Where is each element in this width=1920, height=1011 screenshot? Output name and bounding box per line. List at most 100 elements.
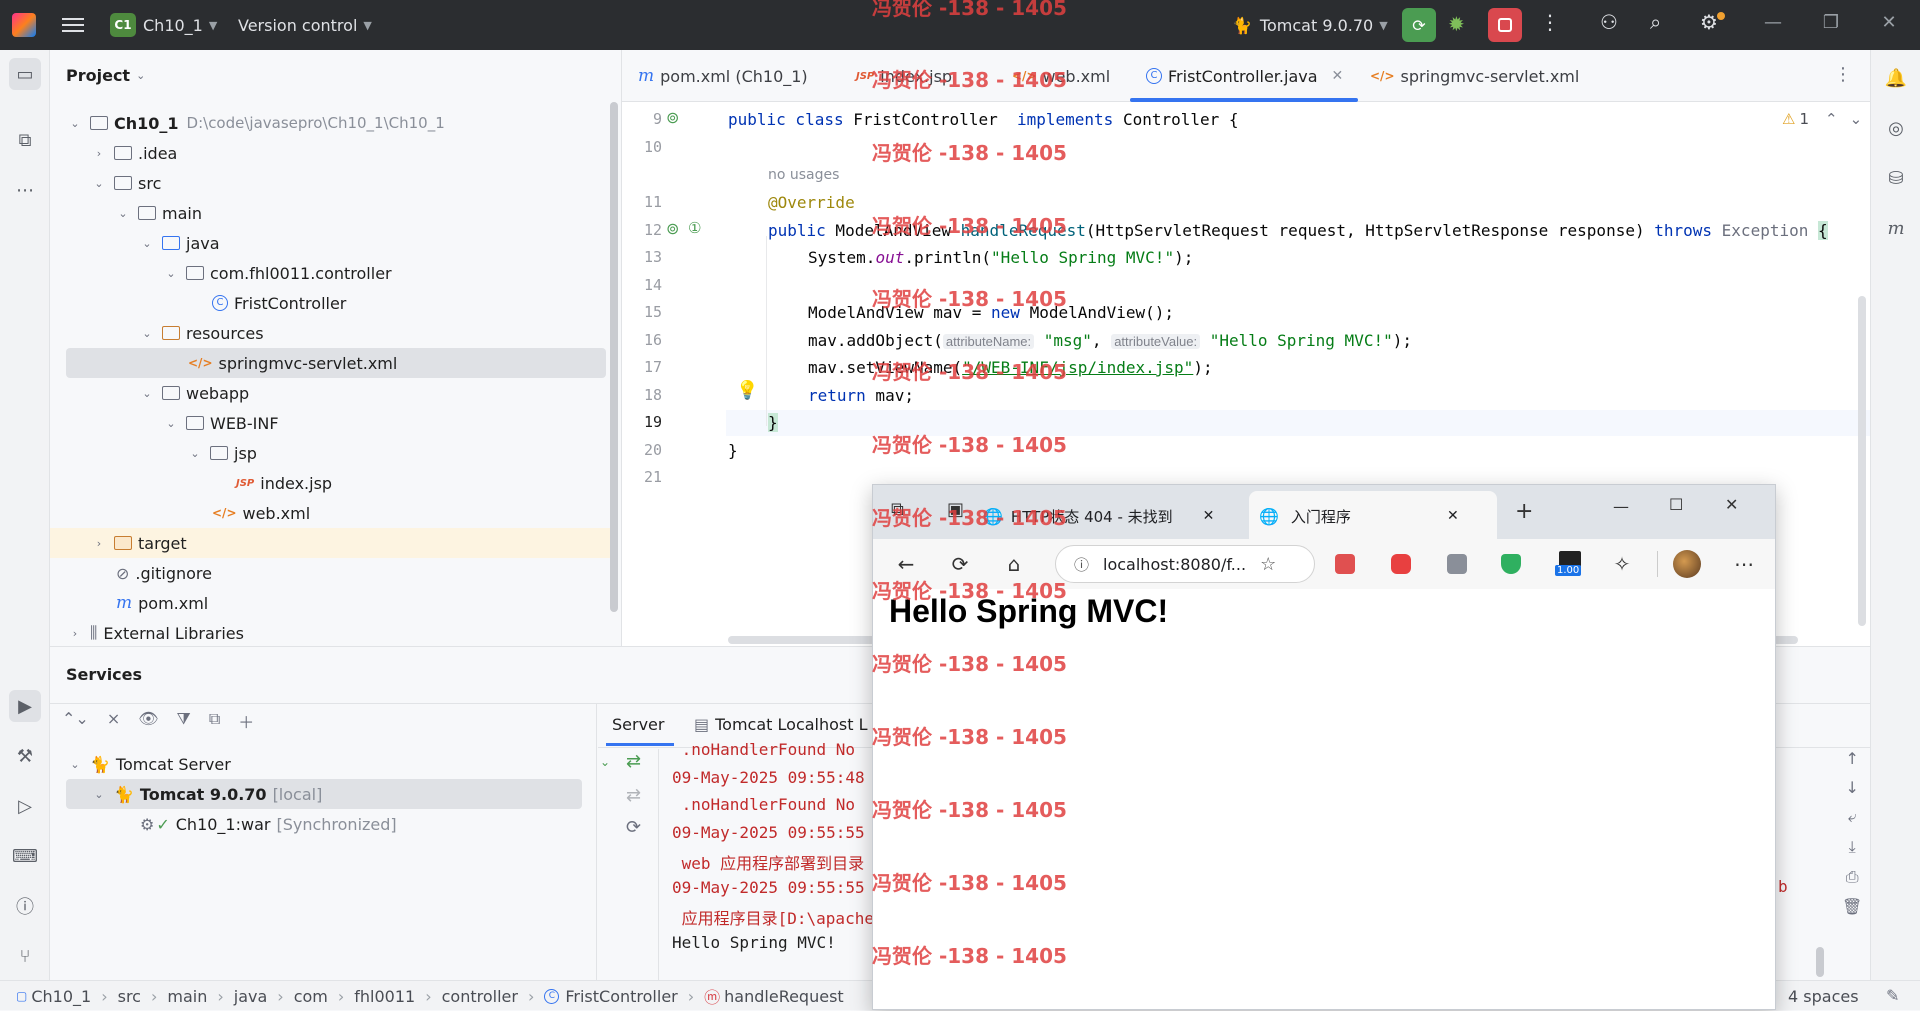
tree-item-springmvc-servlet[interactable]: </> springmvc-servlet.xml xyxy=(188,348,397,378)
intention-bulb-icon[interactable]: 💡 xyxy=(736,380,758,401)
tree-item-idea[interactable]: › .idea xyxy=(92,138,178,168)
build-tool-icon[interactable]: ⚒ xyxy=(9,740,41,772)
tab-actions-icon[interactable]: ▣ xyxy=(947,499,964,520)
tree-item-index-jsp[interactable]: JSP index.jsp xyxy=(236,468,332,498)
no-usages-hint[interactable]: no usages xyxy=(768,167,839,183)
project-panel-header[interactable]: Project ⌄ xyxy=(66,66,145,85)
workspaces-icon[interactable]: ⧉ xyxy=(891,499,904,520)
tab-springmvc-servlet-xml[interactable]: </> springmvc-servlet.xml xyxy=(1370,50,1579,102)
maven-icon[interactable]: m xyxy=(1880,212,1912,244)
tree-item-resources[interactable]: ⌄ resources xyxy=(140,318,263,348)
project-scrollbar[interactable] xyxy=(610,102,618,612)
breadcrumb-item[interactable]: FristController xyxy=(565,987,677,1006)
project-selector[interactable]: C1 Ch10_1 ▼ xyxy=(110,0,217,50)
settings-gear-icon[interactable]: ⚙ xyxy=(1700,10,1718,34)
add-user-icon[interactable]: ⚇ xyxy=(1600,10,1618,34)
new-tab-icon[interactable]: + xyxy=(1515,499,1533,524)
tab-options-icon[interactable]: ⋮ xyxy=(1834,64,1852,85)
terminal-tool-icon[interactable]: ⌨ xyxy=(9,840,41,872)
tab-pom-xml[interactable]: m pom.xml (Ch10_1) xyxy=(638,50,808,102)
print-icon[interactable]: ⎙ xyxy=(1846,867,1859,887)
profile-avatar[interactable] xyxy=(1673,550,1701,578)
tree-item-target[interactable]: › target xyxy=(92,528,187,558)
extension-bilibili-icon[interactable] xyxy=(1391,554,1411,574)
tree-item-root[interactable]: ⌄ Ch10_1 D:\code\javasepro\Ch10_1\Ch10_1 xyxy=(68,108,444,138)
tab-fristcontroller-java[interactable]: C FristController.java ✕ xyxy=(1146,50,1343,102)
tab-tomcat-localhost-log[interactable]: ▤ Tomcat Localhost L xyxy=(694,709,868,739)
more-tools-icon[interactable]: ⋯ xyxy=(9,174,41,206)
arrow-down-icon[interactable]: ↓ xyxy=(1845,778,1858,797)
run-config-selector[interactable]: 🐈 Tomcat 9.0.70 ▼ xyxy=(1232,0,1388,50)
service-artifact[interactable]: ⚙ ✓ Ch10_1:war [Synchronized] xyxy=(140,809,397,839)
run-gutter-icon[interactable]: ⊚ xyxy=(666,219,679,238)
debug-icon[interactable]: ✹ xyxy=(1448,12,1465,36)
maximize-window-icon[interactable]: ❐ xyxy=(1802,12,1860,33)
git-tool-icon[interactable]: ⑂ xyxy=(9,940,41,972)
tab-index-jsp[interactable]: JSP index.jsp xyxy=(856,50,952,102)
service-tomcat-9[interactable]: ⌄ 🐈 Tomcat 9.0.70 [local] xyxy=(92,779,322,809)
add-service-icon[interactable]: ＋ xyxy=(238,709,254,733)
browser-close-icon[interactable]: ✕ xyxy=(1725,495,1738,514)
browser-menu-icon[interactable]: ⋯ xyxy=(1731,551,1757,577)
scroll-to-end-icon[interactable]: ⤓ xyxy=(1849,837,1856,857)
overrides-gutter-icon[interactable]: ① xyxy=(688,219,701,237)
browser-minimize-icon[interactable]: — xyxy=(1613,497,1629,516)
more-actions-icon[interactable]: ⋮ xyxy=(1540,10,1560,34)
database-icon[interactable]: ⛁ xyxy=(1880,162,1912,194)
tree-item-main[interactable]: ⌄ main xyxy=(116,198,202,228)
vcs-selector[interactable]: Version control ▼ xyxy=(238,0,372,50)
stop-button[interactable] xyxy=(1488,8,1522,42)
indent-widget[interactable]: 4 spaces xyxy=(1788,981,1859,1011)
favorite-star-icon[interactable]: ☆ xyxy=(1260,554,1276,575)
close-tab-icon[interactable]: ✕ xyxy=(1447,508,1459,524)
browser-tab-intro[interactable]: 🌐 入门程序 ✕ xyxy=(1259,495,1459,537)
collapse-all-icon[interactable]: ⨯ xyxy=(107,709,120,733)
run-tool-icon[interactable]: ▷ xyxy=(9,790,41,822)
edit-lock-icon[interactable]: ✎ xyxy=(1886,986,1899,1005)
breadcrumb-item[interactable]: controller xyxy=(442,987,518,1006)
extension-shield-icon[interactable] xyxy=(1501,554,1521,574)
editor-vertical-scrollbar[interactable] xyxy=(1858,296,1866,626)
refresh-icon[interactable]: ⟳ xyxy=(626,817,641,838)
notifications-icon[interactable]: 🔔 xyxy=(1880,62,1912,94)
new-tab-icon[interactable]: ⧉ xyxy=(209,709,220,733)
browser-maximize-icon[interactable]: ☐ xyxy=(1669,495,1683,514)
site-info-icon[interactable]: ⓘ xyxy=(1074,554,1089,575)
breadcrumb-item[interactable]: com xyxy=(294,987,328,1006)
breadcrumb-item[interactable]: Ch10_1 xyxy=(31,987,91,1006)
tree-item-webapp[interactable]: ⌄ webapp xyxy=(140,378,249,408)
tree-item-web-inf[interactable]: ⌄ WEB-INF xyxy=(164,408,278,438)
back-icon[interactable]: ← xyxy=(893,551,919,577)
search-icon[interactable]: ⌕ xyxy=(1650,10,1661,34)
main-menu-icon[interactable] xyxy=(62,14,84,36)
address-bar[interactable]: ⓘ localhost:8080/f... ☆ xyxy=(1055,545,1315,583)
tree-item-java[interactable]: ⌄ java xyxy=(140,228,219,258)
chevron-up-icon[interactable]: ⌃ xyxy=(1825,110,1838,128)
tree-item-package[interactable]: ⌄ com.fhl0011.controller xyxy=(164,258,391,288)
breadcrumb-item[interactable]: fhl0011 xyxy=(354,987,415,1006)
extension-monitor-icon[interactable]: 1.00 xyxy=(1555,551,1585,579)
redeploy-icon[interactable]: ⇄ xyxy=(626,785,641,806)
reload-icon[interactable]: ⟳ xyxy=(947,551,973,577)
problems-tool-icon[interactable]: ⓘ xyxy=(9,890,41,922)
breadcrumb-item[interactable]: main xyxy=(167,987,207,1006)
breadcrumb-item[interactable]: handleRequest xyxy=(724,987,844,1006)
extension-red-icon[interactable] xyxy=(1335,554,1355,574)
show-icon[interactable]: 👁 xyxy=(138,709,158,733)
home-icon[interactable]: ⌂ xyxy=(1001,551,1027,577)
breadcrumb-item[interactable]: java xyxy=(234,987,268,1006)
tree-item-jsp[interactable]: ⌄ jsp xyxy=(188,438,257,468)
tree-item-external-libraries[interactable]: › ⫼ External Libraries xyxy=(68,618,244,648)
clear-all-icon[interactable]: 🗑 xyxy=(1842,897,1862,916)
service-tomcat-server[interactable]: ⌄ 🐈 Tomcat Server xyxy=(68,749,230,779)
tree-item-fristcontroller[interactable]: C FristController xyxy=(212,288,346,318)
expand-all-icon[interactable]: ⌃⌄ xyxy=(62,709,89,733)
close-tab-icon[interactable]: ✕ xyxy=(1203,508,1215,524)
filter-icon[interactable]: ⧩ xyxy=(177,709,191,733)
ai-assistant-icon[interactable]: ◎ xyxy=(1880,112,1912,144)
minimize-window-icon[interactable]: — xyxy=(1744,12,1802,33)
inspection-widget[interactable]: ⚠ 1 ⌃ ⌄ xyxy=(1782,110,1862,128)
tree-item-pom[interactable]: m pom.xml xyxy=(116,588,208,618)
extension-reader-icon[interactable] xyxy=(1447,554,1467,574)
tree-item-src[interactable]: ⌄ src xyxy=(92,168,161,198)
